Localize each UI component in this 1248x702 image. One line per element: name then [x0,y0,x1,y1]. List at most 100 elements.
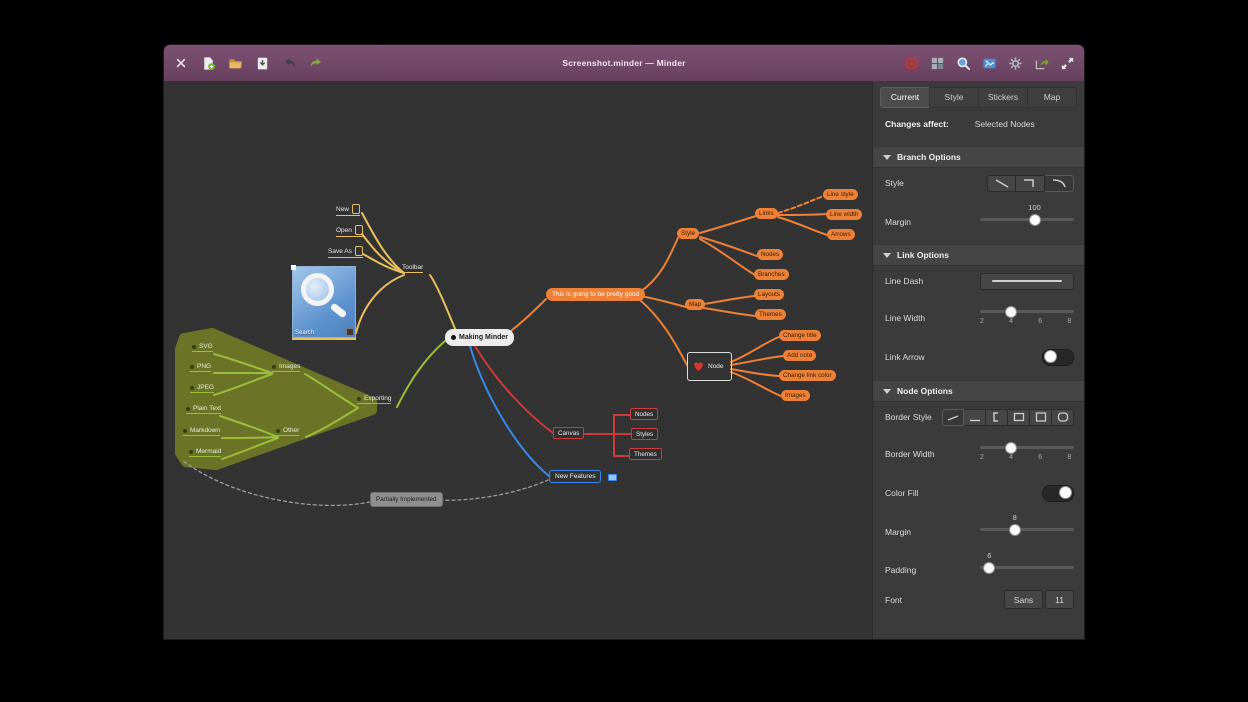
node-add-note[interactable]: Add note [783,350,816,361]
node-search-image[interactable]: Search [292,266,356,340]
node-images-orange[interactable]: Images [781,390,810,401]
node-markdown[interactable]: Markdown [183,427,220,436]
node-branches[interactable]: Branches [754,269,789,280]
link-options-header[interactable]: Link Options [873,244,1084,266]
toggle-knob[interactable] [1059,486,1072,499]
slider-knob[interactable] [1005,306,1017,318]
line-width-slider[interactable]: 2 4 6 8 [980,306,1074,330]
border-square-button[interactable] [1030,409,1052,426]
node-themes-red[interactable]: Themes [629,448,662,460]
node-other[interactable]: Other [276,427,299,436]
border-none-button[interactable] [942,409,964,426]
node-themes[interactable]: Themes [755,309,786,320]
node-styles-red[interactable]: Styles [631,428,658,440]
node-plain-text[interactable]: Plain Text [186,405,221,414]
collapse-arrow-icon [883,389,891,394]
link-style-squared-button[interactable] [1016,175,1045,192]
link-style-straight-button[interactable] [987,175,1016,192]
open-folder-icon[interactable] [227,55,243,71]
selection-handle[interactable] [291,265,296,270]
slider-track[interactable] [980,446,1074,449]
new-document-icon[interactable] [200,55,216,71]
sidebar-tabs: Current Style Stickers Map [880,87,1077,108]
tab-current[interactable]: Current [880,87,929,108]
border-box-button[interactable] [1008,409,1030,426]
focus-mode-icon[interactable] [903,55,919,71]
node-line-width[interactable]: Line width [826,209,862,220]
slider-track[interactable] [980,528,1074,531]
changes-affect-value[interactable]: Selected Nodes [975,119,1035,129]
toggle-knob[interactable] [1044,350,1057,363]
tab-map[interactable]: Map [1027,87,1077,108]
branch-margin-slider[interactable]: 100 [980,204,1074,230]
node-nodes[interactable]: Nodes [757,249,783,260]
font-family-button[interactable]: Sans [1004,590,1043,609]
slider-knob[interactable] [983,562,995,574]
node-jpeg[interactable]: JPEG [190,384,214,393]
node-save-as[interactable]: Save As [328,246,363,258]
color-fill-toggle[interactable] [1042,485,1074,502]
slider-knob[interactable] [1009,524,1021,536]
border-width-slider[interactable]: 2 4 6 8 [980,442,1074,466]
node-exporting[interactable]: Exporting [357,395,391,404]
branch-options-header[interactable]: Branch Options [873,146,1084,168]
undo-icon[interactable] [281,55,297,71]
node-margin-slider[interactable]: 8 [980,514,1074,540]
link-arrow-label: Link Arrow [885,352,1042,362]
node-options-header[interactable]: Node Options [873,380,1084,402]
node-heart[interactable]: Node [687,352,732,381]
export-image-icon[interactable] [981,55,997,71]
node-new-features[interactable]: New Features [549,470,601,483]
node-images-green[interactable]: Images [272,363,300,372]
font-size-button[interactable]: 11 [1045,590,1074,609]
tab-style[interactable]: Style [929,87,978,108]
save-document-icon[interactable] [254,55,270,71]
image-resize-icon[interactable] [346,328,354,336]
board-grid-icon[interactable] [929,55,945,71]
node-canvas[interactable]: Canvas [553,427,584,439]
close-window-button[interactable] [173,55,189,71]
node-padding-slider[interactable]: 6 [980,552,1074,578]
node-root[interactable]: Making Minder [445,329,514,346]
titlebar[interactable]: Screenshot.minder — Minder [164,45,1084,81]
export-share-icon[interactable] [1033,55,1049,71]
link-style-curved-button[interactable] [1045,175,1074,192]
callout-partially-implemented[interactable]: Partially Implemented [370,492,443,507]
node-change-title[interactable]: Change title [779,330,821,341]
border-bracket-button[interactable] [986,409,1008,426]
node-style[interactable]: Style [677,228,699,239]
node-pretty-good[interactable]: This is going to be pretty good [546,288,645,301]
note-indicator-icon[interactable] [608,474,617,481]
slider-knob[interactable] [1029,214,1041,226]
node-layouts[interactable]: Layouts [754,289,784,300]
link-arrow-toggle[interactable] [1042,349,1074,366]
fullscreen-icon[interactable] [1059,55,1075,71]
tab-stickers[interactable]: Stickers [978,87,1027,108]
search-image-caption: Search [295,330,314,336]
settings-gear-icon[interactable] [1007,55,1023,71]
node-map[interactable]: Map [685,299,705,310]
node-open[interactable]: Open [336,225,363,237]
node-line-style[interactable]: Line style [823,189,858,200]
branch-style-buttons [987,175,1074,192]
line-dash-button[interactable] [980,273,1074,290]
slider-track[interactable] [980,310,1074,313]
node-toolbar[interactable]: Toolbar [402,264,423,273]
slider-track[interactable] [980,218,1074,221]
node-nodes-red[interactable]: Nodes [630,408,658,420]
node-arrows[interactable]: Arrows [827,229,855,240]
mindmap-canvas[interactable]: Making Minder Toolbar New Open Save As S… [164,81,872,639]
zoom-search-icon[interactable] [955,55,971,71]
node-new[interactable]: New [336,204,360,216]
redo-icon[interactable] [308,55,324,71]
slider-knob[interactable] [1005,442,1017,454]
branch-options-title: Branch Options [897,152,961,162]
node-change-link-color[interactable]: Change link color [779,370,836,381]
node-links[interactable]: Links [755,208,778,219]
node-padding-label: Padding [885,565,980,578]
node-mermaid[interactable]: Mermaid [189,448,221,457]
node-svg[interactable]: SVG [192,343,213,352]
node-png[interactable]: PNG [190,363,211,372]
border-underline-button[interactable] [964,409,986,426]
border-rounded-button[interactable] [1052,409,1074,426]
